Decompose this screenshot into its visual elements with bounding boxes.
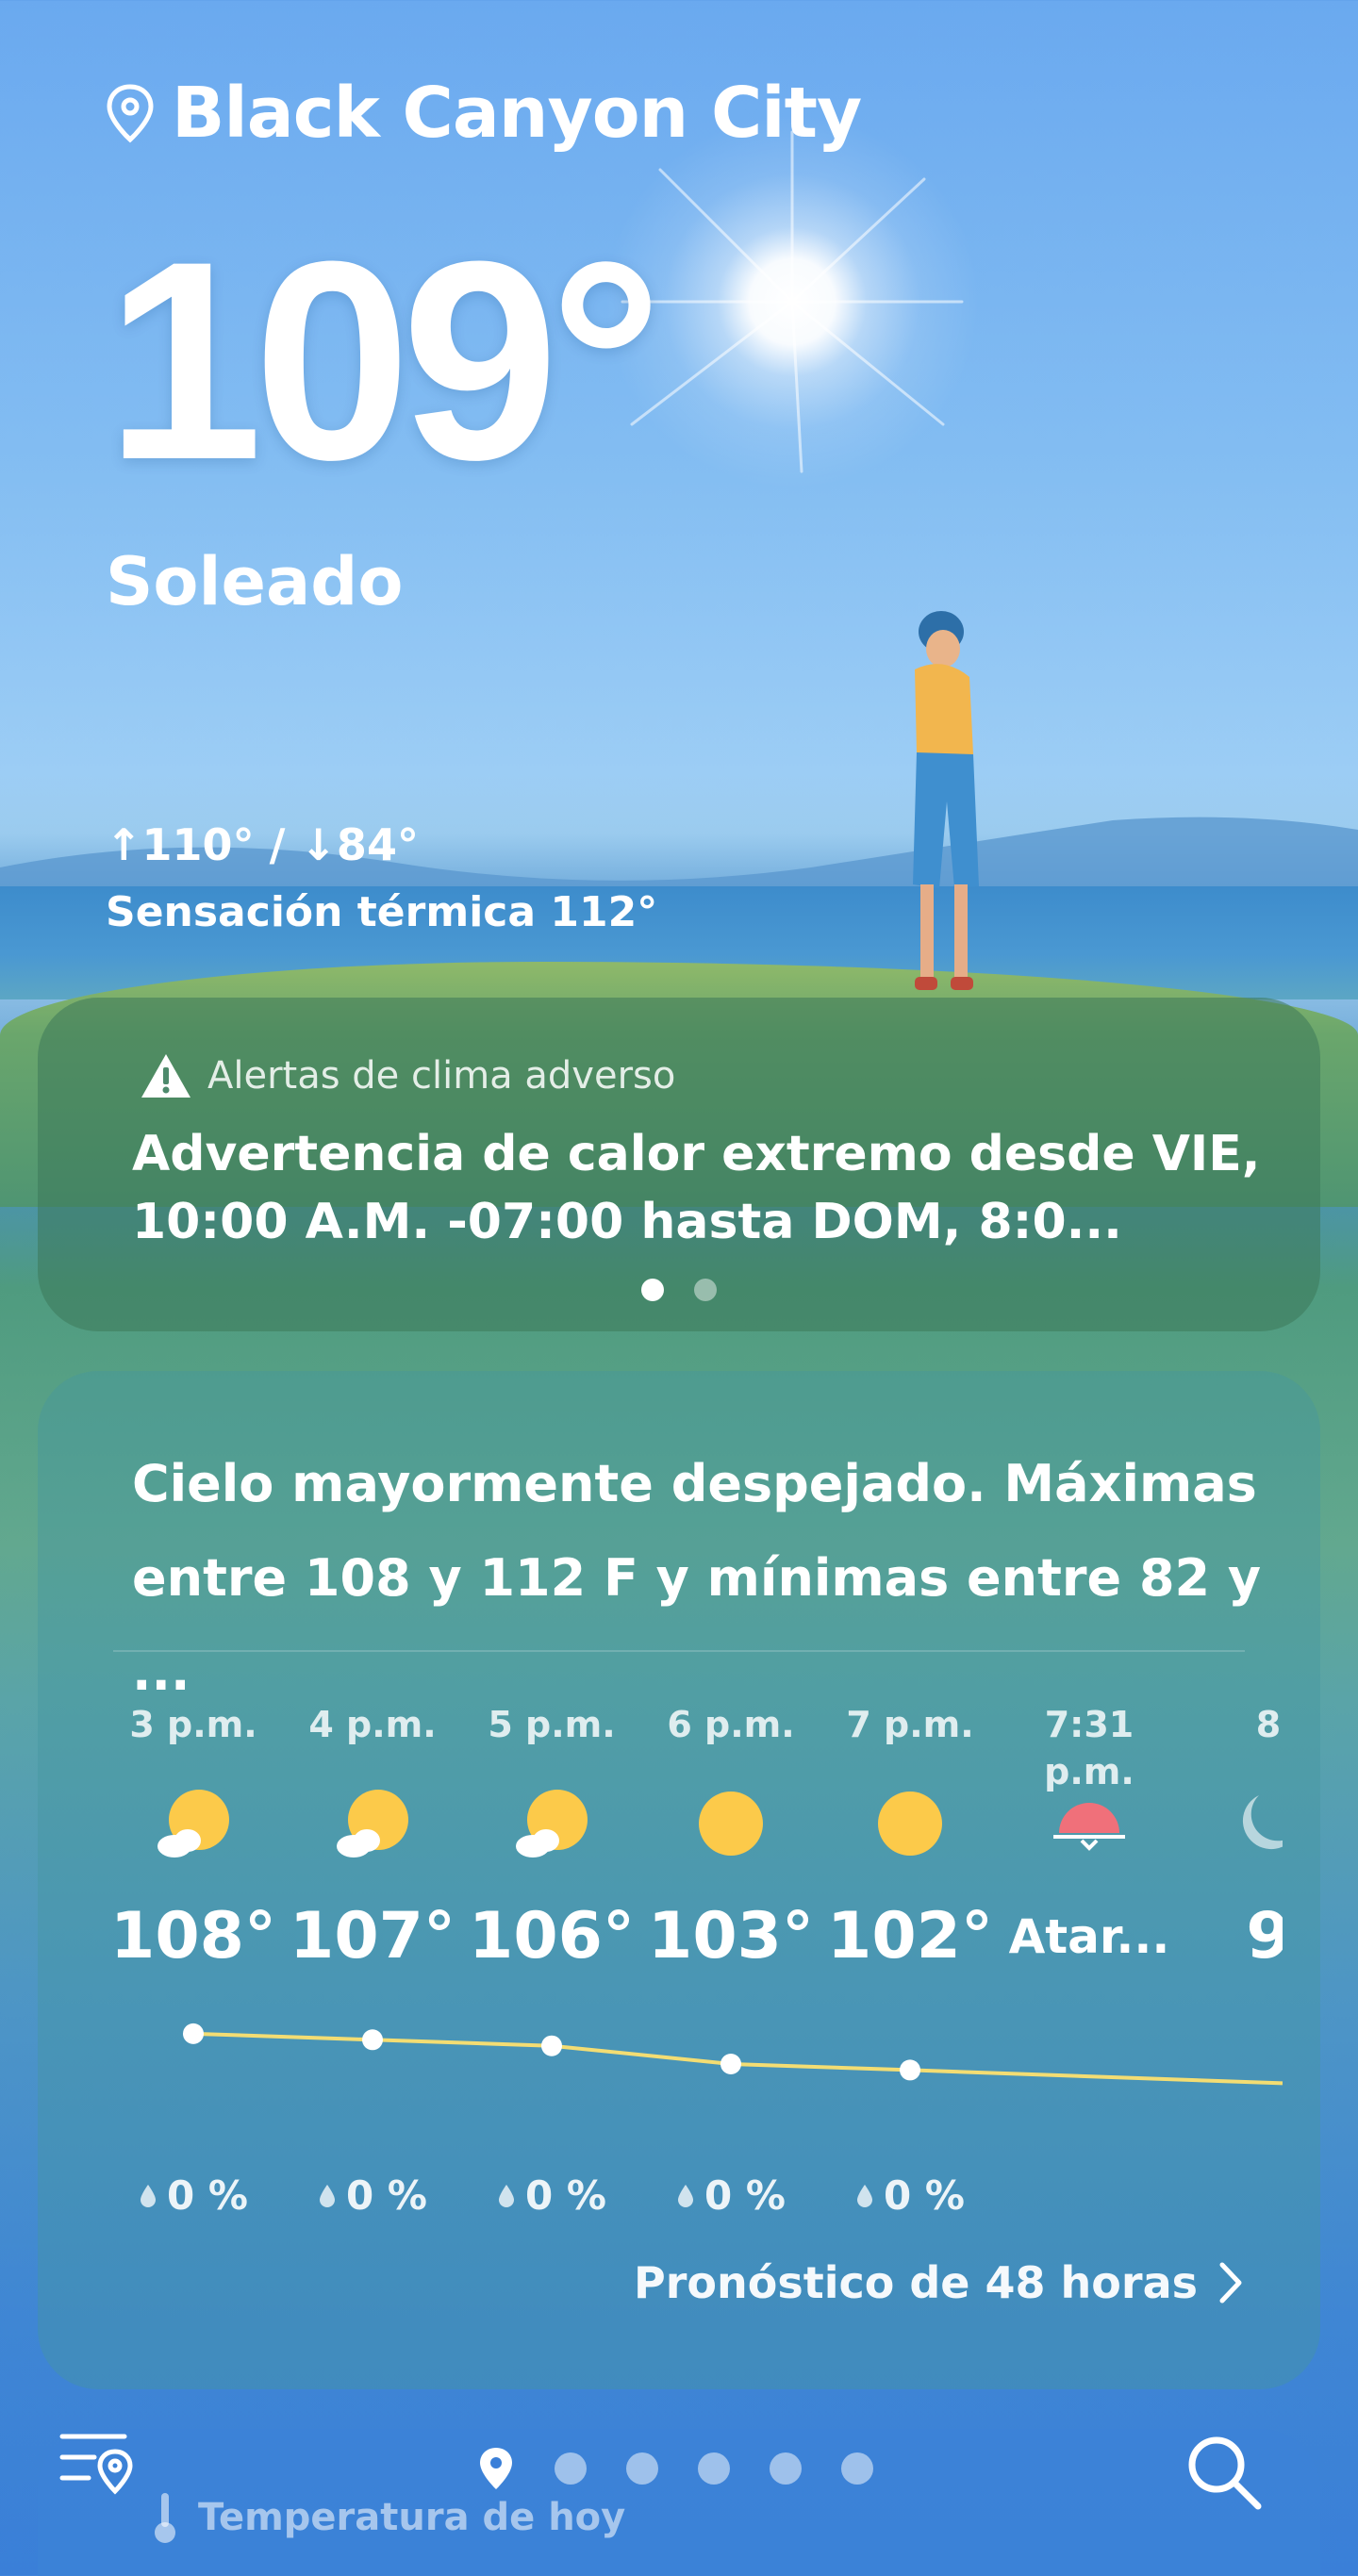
hour-column[interactable]: 7:31 p.m. Atar... — [1000, 1701, 1179, 2229]
hour-temperature: 106° — [469, 1899, 635, 1973]
hour-temperature: 103° — [648, 1899, 814, 1973]
48-hour-forecast-label: Pronóstico de 48 horas — [634, 2257, 1198, 2308]
location-pin-icon — [107, 84, 154, 143]
hour-temperature: 102° — [827, 1899, 993, 1973]
alert-header: Alertas de clima adverso — [140, 1052, 675, 1099]
precipitation-chance: 0 % — [820, 2172, 1000, 2220]
precipitation-value: 0 % — [704, 2172, 786, 2219]
precipitation-value: 0 % — [525, 2172, 606, 2219]
city-name: Black Canyon City — [172, 73, 862, 154]
raindrop-icon — [320, 2185, 336, 2207]
precipitation-chance: 0 % — [104, 2172, 283, 2220]
partly-sunny-icon — [514, 1786, 589, 1861]
partly-sunny-icon — [156, 1786, 231, 1861]
alert-header-label: Alertas de clima adverso — [207, 1054, 676, 1098]
hour-temperature: 108° — [110, 1899, 276, 1973]
hour-time: 7 p.m. — [846, 1704, 974, 1745]
sun-icon — [872, 1786, 948, 1861]
high-low-temperature: ↑110° / ↓84° — [106, 819, 419, 870]
location-page-dot[interactable] — [841, 2452, 873, 2485]
hour-column[interactable]: 89 — [1179, 1701, 1283, 2229]
search-icon[interactable] — [1183, 2431, 1264, 2512]
location-page-dot[interactable] — [698, 2452, 730, 2485]
location-header[interactable]: Black Canyon City — [104, 66, 862, 160]
raindrop-icon — [141, 2185, 157, 2207]
todays-temperature-label: Temperatura de hoy — [198, 2496, 626, 2539]
warning-icon — [141, 1054, 190, 1098]
alert-pagination[interactable] — [641, 1279, 717, 1301]
precipitation-value: 0 % — [346, 2172, 427, 2219]
alert-text: Advertencia de calor extremo desde VIE, … — [132, 1126, 1261, 1250]
precipitation-chance: 0 % — [641, 2172, 820, 2220]
alert-page-dot[interactable] — [694, 1279, 717, 1301]
thermometer-icon — [155, 2493, 175, 2543]
raindrop-icon — [499, 2185, 515, 2207]
current-temperature: 109° — [106, 202, 663, 519]
precipitation-chance: 0 % — [283, 2172, 462, 2220]
sun-rays — [621, 130, 964, 473]
alert-page-dot[interactable] — [641, 1279, 664, 1301]
chevron-right-icon — [1219, 2262, 1242, 2304]
hour-column[interactable]: 6 p.m. 103° 0 % — [641, 1701, 820, 2229]
sun-icon — [693, 1786, 769, 1861]
hour-temperature: 107° — [290, 1899, 455, 1973]
hour-time: 7:31 p.m. — [1044, 1704, 1134, 1792]
forecast-summary: Cielo mayormente despejado. Máximas entr… — [132, 1454, 1262, 1702]
todays-temperature-section: Temperatura de hoy — [151, 2489, 625, 2546]
hour-time: 8 — [1255, 1704, 1282, 1745]
hourly-forecast[interactable]: 3 p.m. 108° 0 % 4 p.m. 107° 0 % 5 p.m. 106° 0 % 6… — [94, 1701, 1283, 2229]
raindrop-icon — [857, 2185, 873, 2207]
hour-time: 5 p.m. — [488, 1704, 616, 1745]
location-pagination[interactable] — [477, 2446, 873, 2491]
current-location-pin-icon[interactable] — [477, 2446, 515, 2491]
location-page-dot[interactable] — [555, 2452, 587, 2485]
moon-icon — [1231, 1786, 1283, 1861]
hour-time: 3 p.m. — [129, 1704, 257, 1745]
location-page-dot[interactable] — [770, 2452, 802, 2485]
hour-temperature: 9 — [1246, 1899, 1283, 1973]
person-illustration — [913, 611, 979, 990]
hour-column[interactable]: 3 p.m. 108° 0 % — [104, 1701, 283, 2229]
hour-temperature: Atar... — [1008, 1909, 1170, 1964]
precipitation-value: 0 % — [884, 2172, 965, 2219]
hour-column[interactable]: 7 p.m. 102° 0 % — [820, 1701, 1000, 2229]
sunset-icon — [1052, 1786, 1127, 1861]
partly-sunny-icon — [335, 1786, 410, 1861]
manage-locations-icon[interactable] — [57, 2429, 136, 2504]
precipitation-value: 0 % — [167, 2172, 248, 2219]
hour-time: 6 p.m. — [667, 1704, 795, 1745]
divider — [113, 1650, 1245, 1652]
precipitation-chance: 0 % — [462, 2172, 641, 2220]
48-hour-forecast-link[interactable]: Pronóstico de 48 horas — [634, 2257, 1245, 2308]
raindrop-icon — [678, 2185, 694, 2207]
hour-column[interactable]: 4 p.m. 107° 0 % — [283, 1701, 462, 2229]
severe-weather-alert-card[interactable]: Alertas de clima adverso Advertencia de … — [38, 998, 1320, 1331]
hour-time: 4 p.m. — [308, 1704, 437, 1745]
weather-condition: Soleado — [106, 543, 404, 620]
forecast-card[interactable]: Cielo mayormente despejado. Máximas entr… — [38, 1371, 1320, 2389]
feels-like: Sensación térmica 112° — [106, 888, 658, 936]
hour-column[interactable]: 5 p.m. 106° 0 % — [462, 1701, 641, 2229]
location-page-dot[interactable] — [626, 2452, 658, 2485]
